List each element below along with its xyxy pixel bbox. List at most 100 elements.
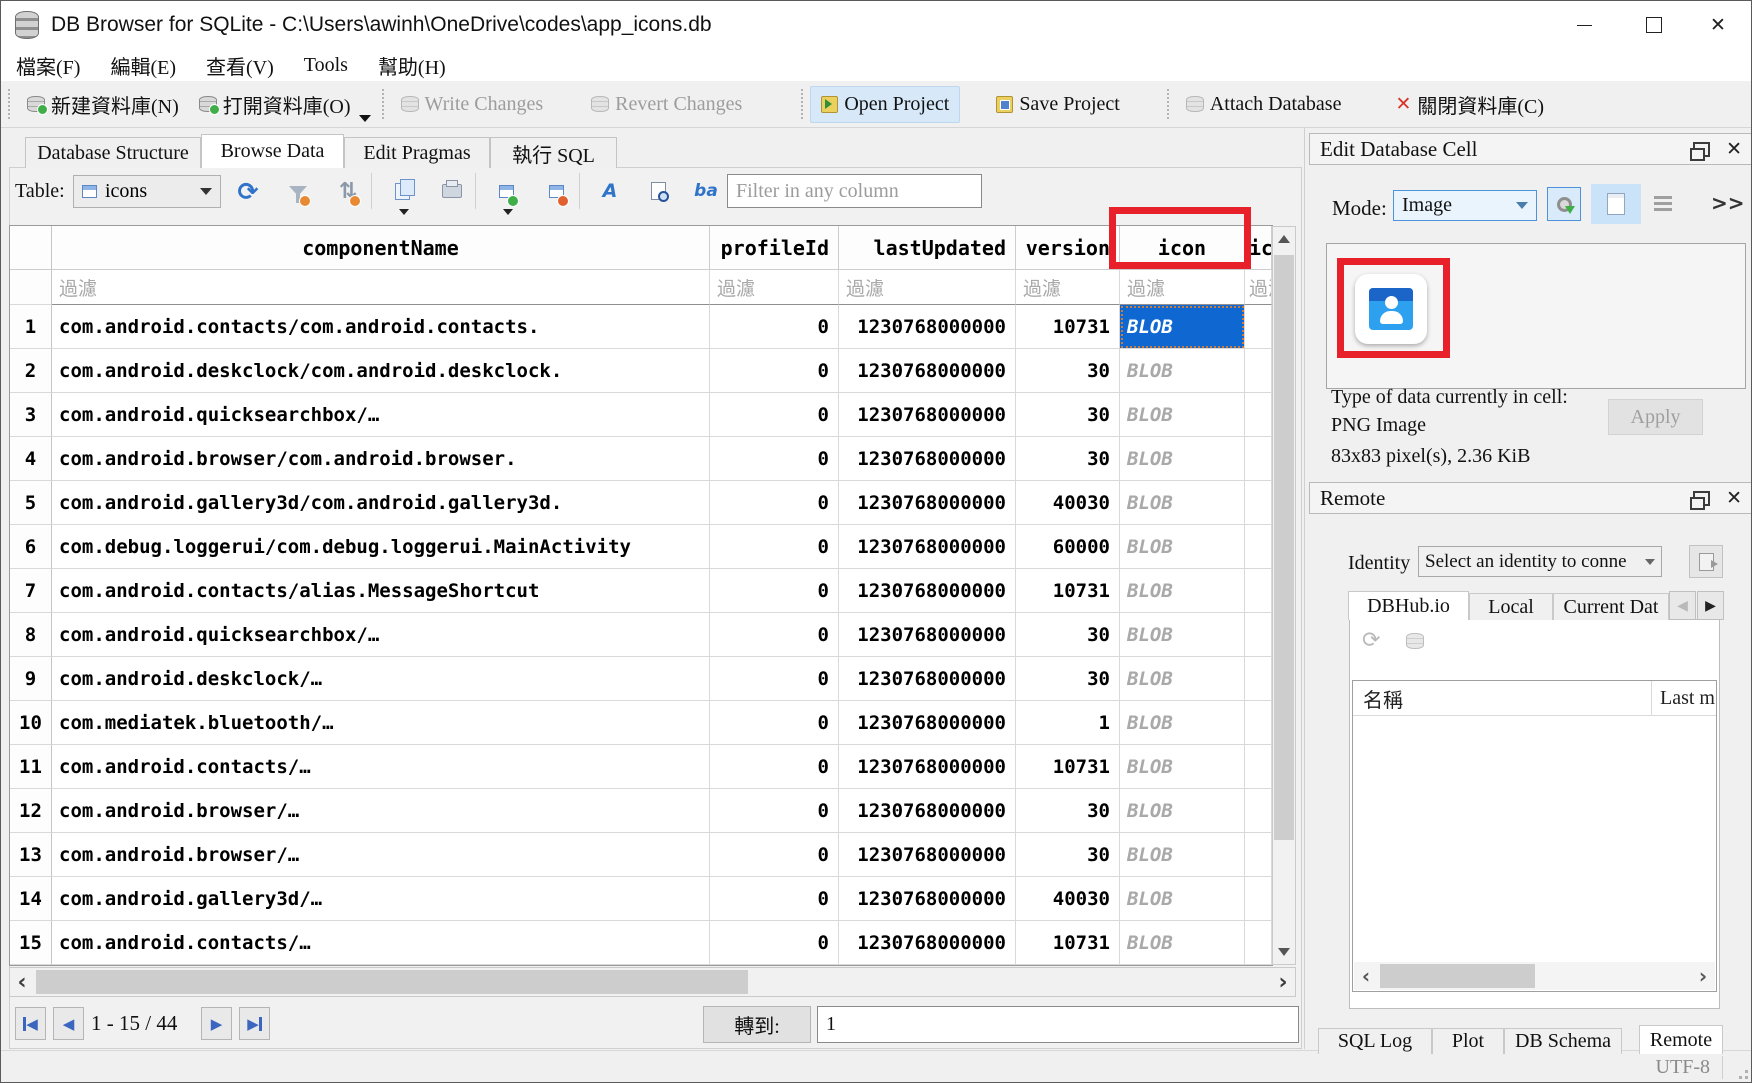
filter-cell-partial[interactable]: 過濾 (1245, 270, 1272, 305)
filter-cell-icon[interactable]: 過濾 (1120, 270, 1245, 305)
expand-toolbar-icon[interactable]: >> (1711, 191, 1745, 215)
cell-lastUpdated[interactable]: 1230768000000 (839, 349, 1016, 393)
scrollbar-thumb[interactable] (1380, 964, 1535, 988)
cell-version[interactable]: 30 (1016, 393, 1120, 437)
cell-componentName[interactable]: com.android.contacts/… (52, 921, 710, 965)
cell-lastUpdated[interactable]: 1230768000000 (839, 481, 1016, 525)
resize-grip[interactable] (1745, 1076, 1748, 1079)
cell-componentName[interactable]: com.android.quicksearchbox/… (52, 393, 710, 437)
write-changes-button[interactable]: Write Changes (391, 87, 554, 122)
tab-dbhub[interactable]: DBHub.io (1348, 591, 1469, 620)
grid-corner-header[interactable] (10, 226, 52, 270)
menu-item-3[interactable]: Tools (289, 54, 363, 77)
cell-lastUpdated[interactable]: 1230768000000 (839, 745, 1016, 789)
cell-partial[interactable] (1245, 613, 1272, 657)
cell-lastUpdated[interactable]: 1230768000000 (839, 789, 1016, 833)
import-data-button[interactable] (1547, 187, 1581, 221)
goto-record-input[interactable] (817, 1006, 1299, 1043)
cell-lastUpdated[interactable]: 1230768000000 (839, 657, 1016, 701)
font-button[interactable]: A (595, 175, 625, 207)
identity-import-button[interactable] (1689, 545, 1723, 578)
cell-profileId[interactable]: 0 (710, 877, 839, 921)
tab-scroll-right-button[interactable]: ▶ (1697, 591, 1724, 620)
column-header-version[interactable]: version (1016, 226, 1120, 270)
vertical-scrollbar[interactable] (1272, 226, 1296, 965)
cell-componentName[interactable]: com.android.gallery3d/… (52, 877, 710, 921)
cell-version[interactable]: 30 (1016, 349, 1120, 393)
cell-componentName[interactable]: com.android.gallery3d/com.android.galler… (52, 481, 710, 525)
cell-version[interactable]: 40030 (1016, 481, 1120, 525)
panel-splitter[interactable] (1304, 128, 1305, 1049)
insert-record-button[interactable] (491, 175, 521, 207)
cell-partial[interactable] (1245, 569, 1272, 613)
cell-profileId[interactable]: 0 (710, 305, 839, 349)
cell-componentName[interactable]: com.android.contacts/alias.MessageShortc… (52, 569, 710, 613)
tab-edit-pragmas[interactable]: Edit Pragmas (344, 137, 490, 168)
cell-partial[interactable] (1245, 789, 1272, 833)
apply-button[interactable]: Apply (1608, 399, 1703, 435)
clear-filters-button[interactable] (283, 175, 313, 207)
cell-componentName[interactable]: com.android.contacts/com.android.contact… (52, 305, 710, 349)
column-header-last-modified[interactable]: Last m (1652, 681, 1716, 715)
tab-database-structure[interactable]: Database Structure (25, 137, 201, 168)
cell-version[interactable]: 30 (1016, 833, 1120, 877)
filter-cell-componentName[interactable]: 過濾 (52, 270, 710, 305)
float-panel-icon[interactable] (1693, 142, 1710, 157)
menu-item-0[interactable]: 檔案(F) (1, 51, 95, 80)
replace-button[interactable]: ba (691, 175, 721, 207)
cell-partial[interactable] (1245, 349, 1272, 393)
cell-lastUpdated[interactable]: 1230768000000 (839, 613, 1016, 657)
filter-cell-lastUpdated[interactable]: 過濾 (839, 270, 1016, 305)
scroll-right-button[interactable]: › (1691, 962, 1715, 990)
close-panel-icon[interactable]: ✕ (1726, 138, 1742, 160)
cell-lastUpdated[interactable]: 1230768000000 (839, 393, 1016, 437)
cell-profileId[interactable]: 0 (710, 613, 839, 657)
cell-lastUpdated[interactable]: 1230768000000 (839, 525, 1016, 569)
cell-icon-blob-selected[interactable]: BLOB (1120, 305, 1245, 349)
cell-icon-blob[interactable]: BLOB (1120, 789, 1245, 833)
cell-componentName[interactable]: com.debug.loggerui/com.debug.loggerui.Ma… (52, 525, 710, 569)
scroll-down-button[interactable] (1273, 940, 1295, 964)
tab-current-database[interactable]: Current Dat (1553, 593, 1669, 620)
remote-list-hscrollbar[interactable]: ‹ › (1354, 962, 1715, 990)
open-project-button[interactable]: Open Project (810, 86, 960, 123)
cell-icon-blob[interactable]: BLOB (1120, 393, 1245, 437)
filter-cell-profileId[interactable]: 過濾 (710, 270, 839, 305)
identity-select[interactable]: Select an identity to conne (1418, 546, 1662, 577)
cell-partial[interactable] (1245, 833, 1272, 877)
column-header-name[interactable]: 名稱 (1353, 681, 1652, 715)
cell-icon-blob[interactable]: BLOB (1120, 525, 1245, 569)
cell-icon-blob[interactable]: BLOB (1120, 877, 1245, 921)
cell-icon-blob[interactable]: BLOB (1120, 745, 1245, 789)
cell-componentName[interactable]: com.android.contacts/… (52, 745, 710, 789)
cell-lastUpdated[interactable]: 1230768000000 (839, 305, 1016, 349)
database-clone-icon[interactable] (1406, 633, 1424, 649)
mode-select[interactable]: Image (1393, 190, 1537, 221)
tab-db-schema[interactable]: DB Schema (1504, 1028, 1622, 1054)
export-data-button[interactable] (1591, 184, 1641, 224)
cell-profileId[interactable]: 0 (710, 701, 839, 745)
find-button[interactable] (643, 175, 673, 207)
cell-icon-blob[interactable]: BLOB (1120, 921, 1245, 965)
cell-icon-blob[interactable]: BLOB (1120, 613, 1245, 657)
cell-icon-blob[interactable]: BLOB (1120, 833, 1245, 877)
cell-lastUpdated[interactable]: 1230768000000 (839, 877, 1016, 921)
vertical-scrollbar-thumb[interactable] (1274, 255, 1294, 840)
cell-partial[interactable] (1245, 657, 1272, 701)
cell-profileId[interactable]: 0 (710, 789, 839, 833)
cell-version[interactable]: 30 (1016, 657, 1120, 701)
cell-partial[interactable] (1245, 745, 1272, 789)
cell-version[interactable]: 10731 (1016, 569, 1120, 613)
next-record-button[interactable]: ▶ (201, 1007, 232, 1040)
scroll-right-button[interactable]: › (1271, 968, 1295, 996)
close-panel-icon[interactable]: ✕ (1726, 487, 1742, 509)
horizontal-scrollbar-thumb[interactable] (36, 970, 748, 994)
tab-execute-sql[interactable]: 執行 SQL (490, 137, 617, 168)
new-database-button[interactable]: 新建資料庫(N) (17, 84, 189, 125)
filter-cell-version[interactable]: 過濾 (1016, 270, 1120, 305)
cell-version[interactable]: 40030 (1016, 877, 1120, 921)
copy-dropdown-icon[interactable] (399, 209, 409, 215)
cell-profileId[interactable]: 0 (710, 657, 839, 701)
cell-partial[interactable] (1245, 701, 1272, 745)
cell-profileId[interactable]: 0 (710, 745, 839, 789)
